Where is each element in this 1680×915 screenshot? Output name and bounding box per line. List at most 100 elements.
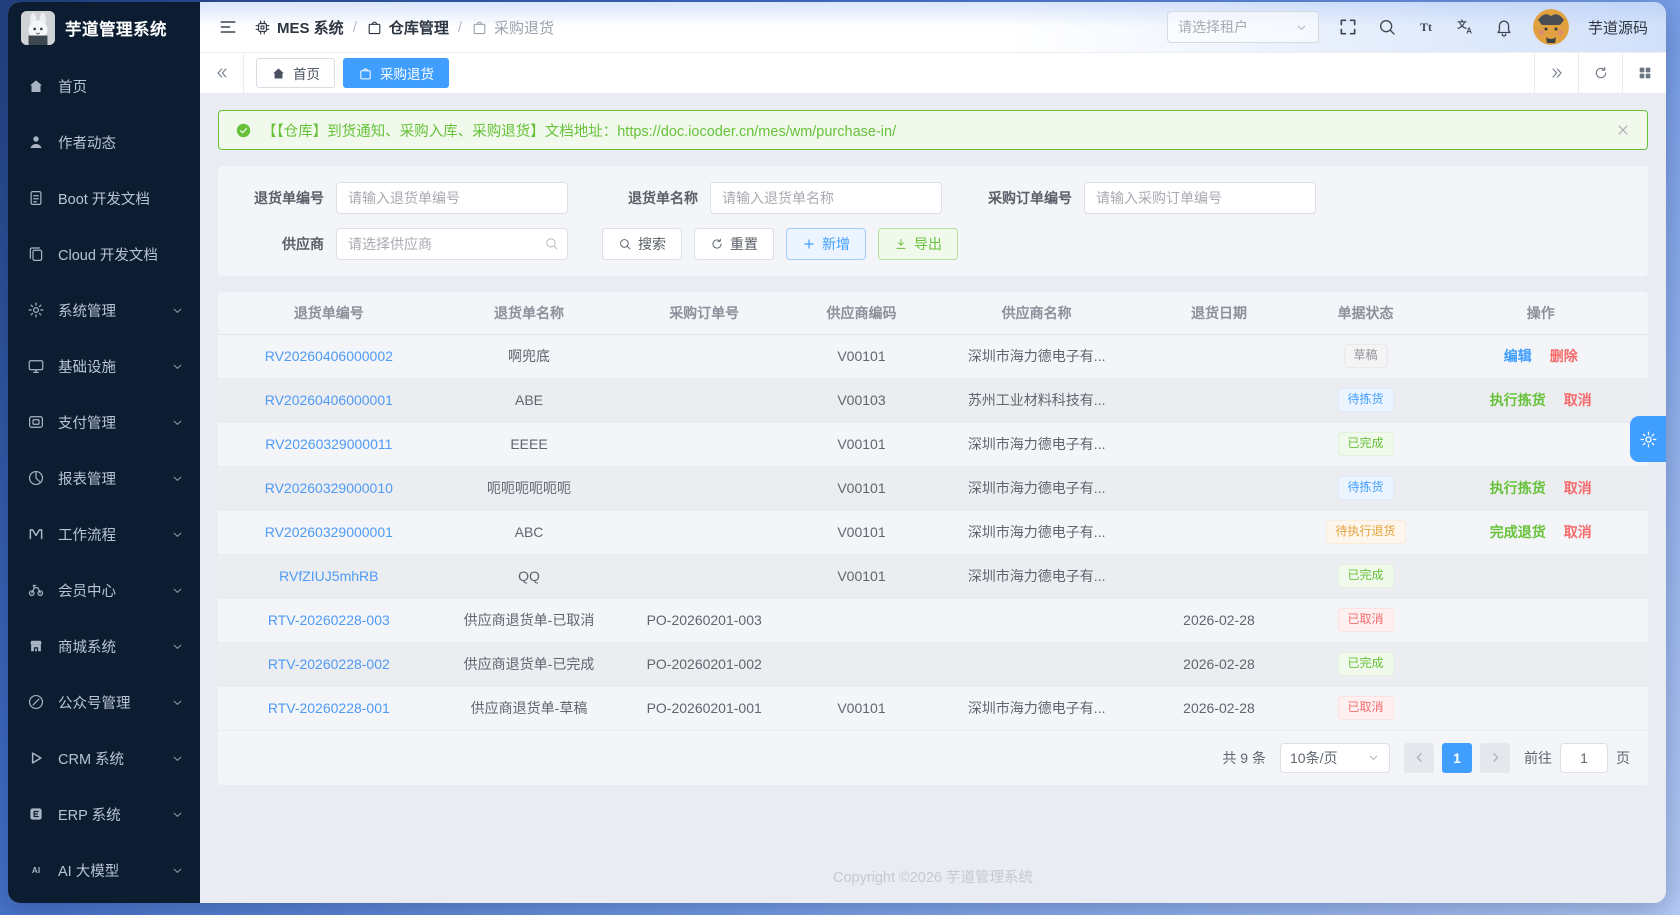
sidebar-item-system[interactable]: 系统管理: [8, 282, 200, 338]
sidebar-item-report[interactable]: 报表管理: [8, 450, 200, 506]
cell-return-no: RTV-20260228-002: [218, 642, 440, 686]
layout-grid-icon[interactable]: [1622, 53, 1666, 93]
return-no-link[interactable]: RTV-20260228-003: [268, 612, 390, 628]
cell-return-name: EEEE: [440, 422, 619, 466]
sidebar-item-workflow[interactable]: 工作流程: [8, 506, 200, 562]
doc-alert: 【【仓库】到货通知、采购入库、采购退货】文档地址：https://doc.ioc…: [218, 110, 1648, 150]
return-no-input[interactable]: [336, 182, 568, 214]
copyright-footer: Copyright ©2026 芋道管理系统: [218, 846, 1648, 903]
sidebar-item-mall[interactable]: 商城系统: [8, 618, 200, 674]
row-action-link[interactable]: 删除: [1550, 348, 1578, 364]
return-no-link[interactable]: RTV-20260228-001: [268, 700, 390, 716]
prev-page-icon[interactable]: [1404, 743, 1434, 773]
cell-return-date: [1140, 334, 1297, 378]
return-name-input[interactable]: [710, 182, 942, 214]
tabs-scroll-left-icon[interactable]: [200, 53, 244, 93]
breadcrumb-item-warehouse[interactable]: 仓库管理: [366, 17, 449, 38]
row-action-link[interactable]: 完成退货: [1490, 524, 1546, 540]
package-icon: [471, 19, 488, 36]
sidebar-item-boot-docs[interactable]: Boot 开发文档: [8, 170, 200, 226]
translate-icon[interactable]: 文A: [1455, 17, 1475, 37]
collapse-menu-icon[interactable]: [218, 17, 238, 37]
sidebar-item-label: 首页: [58, 76, 87, 97]
theme-settings-button[interactable]: [1630, 416, 1666, 462]
tenant-select[interactable]: 请选择租户: [1167, 11, 1319, 43]
tab-home[interactable]: 首页: [256, 58, 335, 88]
cell-po-no: [618, 510, 790, 554]
sidebar-item-label: ERP 系统: [58, 804, 121, 825]
bell-icon[interactable]: [1494, 17, 1514, 37]
sidebar-item-official-account[interactable]: 公众号管理: [8, 674, 200, 730]
chevron-down-icon: [171, 640, 184, 653]
sidebar-item-author[interactable]: 作者动态: [8, 114, 200, 170]
row-action-link[interactable]: 取消: [1564, 392, 1592, 408]
table-body: RV20260406000002啊兜底V00101深圳市海力德电子有...草稿编…: [218, 334, 1648, 730]
chevron-down-icon: [171, 360, 184, 373]
button-label: 导出: [914, 234, 942, 254]
search-icon: [618, 237, 632, 251]
user-avatar[interactable]: [1533, 9, 1569, 45]
return-no-link[interactable]: RV20260329000011: [265, 436, 392, 452]
sidebar-item-label: 作者动态: [58, 132, 116, 153]
cell-return-no: RV20260329000010: [218, 466, 440, 510]
goto-page-input[interactable]: [1560, 743, 1608, 773]
open-tabs: 首页 采购退货: [244, 53, 1534, 93]
svg-text:Tt: Tt: [1420, 21, 1432, 34]
return-no-link[interactable]: RV20260406000001: [265, 392, 393, 408]
user-name[interactable]: 芋道源码: [1588, 17, 1648, 38]
button-label: 重置: [730, 234, 758, 254]
add-button[interactable]: 新增: [786, 228, 866, 260]
cell-status: 已完成: [1298, 422, 1434, 466]
row-action-link[interactable]: 编辑: [1504, 348, 1532, 364]
cell-actions: [1433, 422, 1648, 466]
tabs-scroll-right-icon[interactable]: [1534, 53, 1578, 93]
sidebar-item-payment[interactable]: 支付管理: [8, 394, 200, 450]
cell-actions: [1433, 642, 1648, 686]
export-button[interactable]: 导出: [878, 228, 958, 260]
return-no-link[interactable]: RV20260329000010: [265, 480, 393, 496]
sidebar-item-label: Boot 开发文档: [58, 188, 150, 209]
row-action-link[interactable]: 执行拣货: [1490, 392, 1546, 408]
fullscreen-icon[interactable]: [1338, 17, 1358, 37]
sidebar-item-infra[interactable]: 基础设施: [8, 338, 200, 394]
search-icon: [544, 236, 559, 251]
sidebar-item-home[interactable]: 首页: [8, 58, 200, 114]
table-row: RTV-20260228-003供应商退货单-已取消PO-20260201-00…: [218, 598, 1648, 642]
supplier-select[interactable]: [336, 228, 568, 260]
return-no-link[interactable]: RTV-20260228-002: [268, 656, 390, 672]
refresh-icon[interactable]: [1578, 53, 1622, 93]
return-no-link[interactable]: RV20260406000002: [265, 348, 393, 364]
return-no-link[interactable]: RVfZIUJ5mhRB: [279, 568, 378, 584]
close-icon[interactable]: [1615, 122, 1631, 138]
cell-actions: 执行拣货 取消: [1433, 378, 1648, 422]
search-button[interactable]: 搜索: [602, 228, 682, 260]
sidebar-item-member[interactable]: 会员中心: [8, 562, 200, 618]
sidebar-item-cloud-docs[interactable]: Cloud 开发文档: [8, 226, 200, 282]
reset-button[interactable]: 重置: [694, 228, 774, 260]
doc-alert-text: 【【仓库】到货通知、采购入库、采购退货】文档地址：https://doc.ioc…: [262, 120, 896, 141]
po-no-input[interactable]: [1084, 182, 1316, 214]
sidebar-item-crm[interactable]: CRM 系统: [8, 730, 200, 786]
sidebar-item-erp[interactable]: ERP 系统: [8, 786, 200, 842]
sidebar-item-label: 公众号管理: [58, 692, 131, 713]
cell-actions: 完成退货 取消: [1433, 510, 1648, 554]
row-action-link[interactable]: 执行拣货: [1490, 480, 1546, 496]
cell-return-no: RV20260329000011: [218, 422, 440, 466]
goto-page: 前往 页: [1524, 743, 1630, 773]
cell-return-date: 2026-02-28: [1140, 642, 1297, 686]
cell-return-no: RTV-20260228-003: [218, 598, 440, 642]
cell-return-name: 啊兜底: [440, 334, 619, 378]
font-size-icon[interactable]: Tt: [1416, 17, 1436, 37]
next-page-icon[interactable]: [1480, 743, 1510, 773]
row-action-link[interactable]: 取消: [1564, 480, 1592, 496]
search-icon[interactable]: [1377, 17, 1397, 37]
app-logo[interactable]: 芋道管理系统: [8, 2, 200, 54]
sidebar-item-ai[interactable]: AI AI 大模型: [8, 842, 200, 898]
return-no-link[interactable]: RV20260329000001: [265, 524, 393, 540]
current-page[interactable]: 1: [1442, 743, 1472, 773]
breadcrumb-item-mes[interactable]: MES 系统: [254, 17, 344, 38]
tab-purchase-return[interactable]: 采购退货: [343, 58, 449, 88]
page-size-select[interactable]: 10条/页: [1280, 743, 1390, 773]
row-action-link[interactable]: 取消: [1564, 524, 1592, 540]
goto-label: 前往: [1524, 748, 1552, 768]
